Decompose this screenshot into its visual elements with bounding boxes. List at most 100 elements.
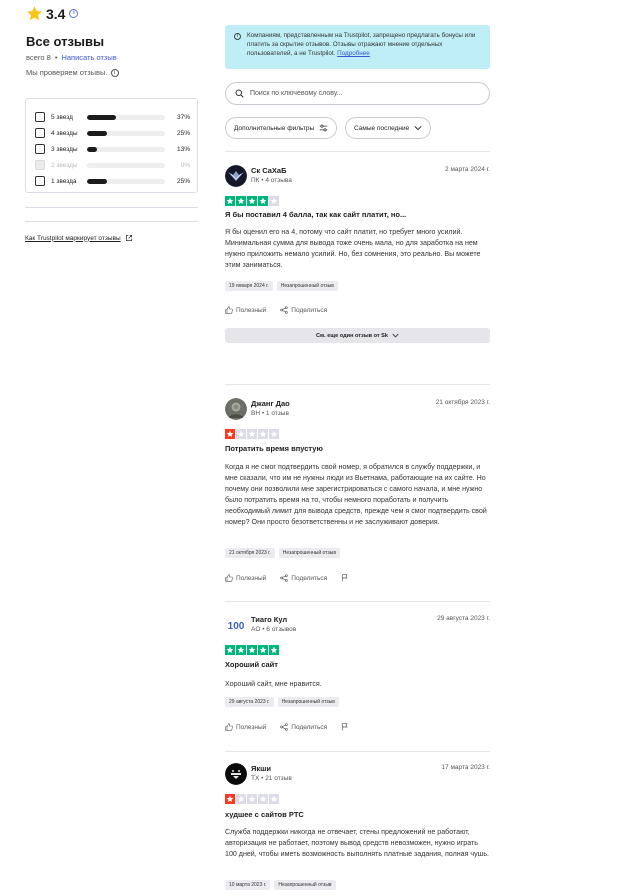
filter-checkbox[interactable] xyxy=(35,144,45,154)
filter-label: 3 звезды xyxy=(51,145,78,153)
sliders-icon xyxy=(319,124,328,132)
more-filters-button[interactable]: Дополнительные фильтры xyxy=(225,117,338,139)
search-icon xyxy=(235,89,244,98)
divider xyxy=(225,751,490,752)
avatar[interactable] xyxy=(225,398,247,420)
experience-date-tag: 21 октября 2023 г. xyxy=(225,548,275,558)
reviewer-meta: ВН • 1 отзыв xyxy=(251,410,289,417)
share-label: Поделиться xyxy=(291,723,328,731)
useful-label: Полезный xyxy=(236,574,267,582)
search-input[interactable] xyxy=(250,90,470,97)
useful-button[interactable]: Полезный xyxy=(225,306,266,314)
unprompted-tag[interactable]: Незапрошенный отзыв xyxy=(278,548,340,558)
star-icon xyxy=(269,645,279,655)
filter-label: 4 звезды xyxy=(51,129,78,137)
filter-bar xyxy=(87,114,165,120)
sort-dropdown[interactable]: Самые последние xyxy=(345,117,432,139)
thumbs-up-icon xyxy=(225,723,233,731)
search-box[interactable] xyxy=(225,82,490,105)
flag-icon[interactable] xyxy=(341,574,349,582)
review-actions: Полезный Поделиться xyxy=(225,723,349,731)
all-reviews-title: Все отзывы xyxy=(26,34,105,49)
filter-checkbox[interactable] xyxy=(35,112,45,122)
review-title[interactable]: Хороший сайт xyxy=(225,660,278,669)
external-link-icon xyxy=(125,234,132,242)
unprompted-tag[interactable]: Незапрошенный отзыв xyxy=(276,281,338,291)
star-icon xyxy=(236,794,246,804)
share-button[interactable]: Поделиться xyxy=(280,306,327,314)
experience-date-tag: 10 марта 2023 г. xyxy=(225,880,271,890)
star-icon xyxy=(258,196,268,206)
info-icon[interactable]: i xyxy=(69,9,79,18)
review-date: 21 октября 2023 г. xyxy=(435,399,490,406)
filter-bar xyxy=(87,178,165,184)
reviewer-name[interactable]: Тиаго Кул xyxy=(251,615,287,624)
reviewer-name[interactable]: Якши xyxy=(251,764,271,773)
write-review-link[interactable]: Написать отзыв xyxy=(61,53,116,62)
star-icon xyxy=(269,794,279,804)
star-filter-row[interactable]: 4 звезды 25% xyxy=(35,127,190,139)
useful-label: Полезный xyxy=(236,306,267,314)
reviewer-name[interactable]: Джанг Дао xyxy=(251,399,290,408)
reviewer-meta: ПК • 4 отзыва xyxy=(251,177,292,184)
review-title[interactable]: Потратить время впустую xyxy=(225,444,323,453)
notice-banner: i Компаниям, представленным на Trustpilo… xyxy=(225,25,490,69)
share-button[interactable]: Поделиться xyxy=(280,574,327,582)
divider xyxy=(25,221,198,222)
more-filters-label: Дополнительные фильтры xyxy=(234,124,315,132)
filter-checkbox[interactable] xyxy=(35,176,45,186)
unprompted-tag[interactable]: Незапрошенный отзыв xyxy=(277,697,339,707)
star-icon xyxy=(27,6,42,21)
review-date: 17 марта 2023 г. xyxy=(441,764,490,771)
rating-header: 3.4 i xyxy=(26,5,79,22)
useful-button[interactable]: Полезный xyxy=(225,574,266,582)
filter-percent: 25% xyxy=(176,129,190,137)
divider xyxy=(225,151,490,152)
star-rating xyxy=(225,429,279,439)
filter-label: 2 звезды xyxy=(51,161,78,169)
star-rating xyxy=(225,794,279,804)
notice-more-link[interactable]: Подробнее xyxy=(337,50,370,57)
review-title[interactable]: худшее с сайтов PTC xyxy=(225,810,304,819)
total-line: всего 8 • Написать отзыв xyxy=(26,53,117,62)
star-filter-row[interactable]: 5 звезд 37% xyxy=(35,111,190,123)
review-body: Когда я не смог подтвердить свой номер, … xyxy=(225,463,487,527)
see-more-reviews-button[interactable]: См. еще один отзыв от Sk xyxy=(225,328,490,343)
avatar[interactable]: 100 xyxy=(225,614,247,636)
avatar[interactable] xyxy=(225,763,247,785)
star-icon xyxy=(236,645,246,655)
experience-date-tag: 19 января 2024 г. xyxy=(225,281,273,291)
star-icon xyxy=(225,645,235,655)
see-more-label: См. еще один отзыв от Sk xyxy=(315,332,389,339)
divider xyxy=(225,384,490,385)
avatar[interactable] xyxy=(225,165,247,187)
review-tags: 21 октября 2023 г. Незапрошенный отзыв xyxy=(225,548,340,558)
filter-percent: 37% xyxy=(176,113,190,121)
divider xyxy=(25,207,198,208)
useful-button[interactable]: Полезный xyxy=(225,723,266,731)
filter-bar-fill xyxy=(87,114,116,120)
star-icon xyxy=(247,429,257,439)
experience-date-tag: 29 августа 2023 г. xyxy=(225,697,274,707)
share-button[interactable]: Поделиться xyxy=(280,723,327,731)
filter-bar-fill xyxy=(87,146,98,152)
flag-icon[interactable] xyxy=(341,723,349,731)
info-icon[interactable]: i xyxy=(110,68,119,77)
star-filter-row[interactable]: 3 звезды 13% xyxy=(35,143,190,155)
unprompted-tag[interactable]: Незапрошенный отзыв xyxy=(274,880,336,890)
star-icon xyxy=(247,645,257,655)
filter-checkbox[interactable] xyxy=(35,128,45,138)
review-title[interactable]: Я бы поставил 4 балла, так как сайт плат… xyxy=(225,210,406,219)
review-actions: Полезный Поделиться xyxy=(225,306,341,314)
star-filter-row[interactable]: 1 звезда 25% xyxy=(35,175,190,187)
reviewer-name[interactable]: Ск СаХаБ xyxy=(251,166,287,175)
star-icon xyxy=(269,429,279,439)
star-icon xyxy=(269,196,279,206)
review-body: Хороший сайт, мне нравится. xyxy=(225,680,322,688)
filter-percent: 13% xyxy=(176,145,190,153)
review-date: 2 марта 2024 г. xyxy=(445,166,490,173)
avatar-text: 100 xyxy=(228,621,245,632)
how-trustpilot-marks-link[interactable]: Как Trustpilot маркирует отзывы xyxy=(25,234,133,242)
review-date: 29 августа 2023 г. xyxy=(437,615,490,622)
filter-label: 5 звезд xyxy=(51,113,73,121)
